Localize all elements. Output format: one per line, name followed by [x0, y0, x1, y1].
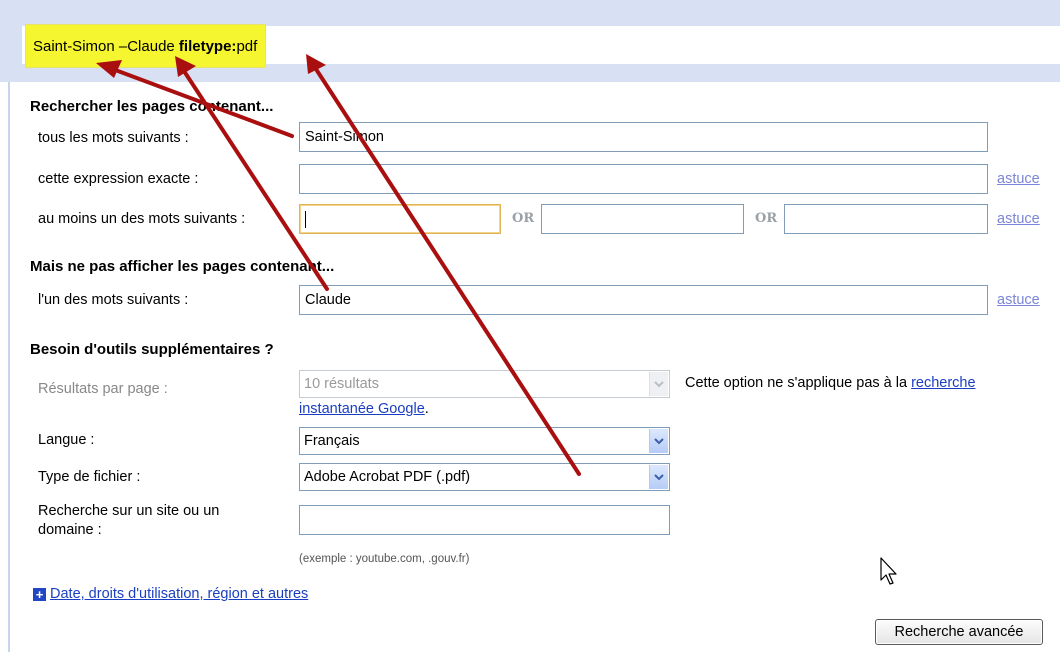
results-per-page-value: 10 résultats: [304, 376, 379, 392]
section-heading-exclude: Mais ne pas afficher les pages contenant…: [30, 258, 335, 275]
none-words-input[interactable]: Claude: [299, 285, 988, 315]
or-label-1: OR: [512, 211, 535, 226]
all-words-label: tous les mots suivants :: [38, 130, 189, 146]
advanced-search-button[interactable]: Recherche avancée: [875, 619, 1043, 645]
language-value: Français: [304, 433, 360, 449]
language-select[interactable]: Français: [299, 427, 670, 455]
instant-search-link[interactable]: recherche: [911, 375, 975, 391]
results-per-page-label: Résultats par page :: [38, 381, 168, 397]
none-words-value: Claude: [305, 292, 351, 308]
left-rule: [8, 82, 10, 652]
instant-search-link-2[interactable]: instantanée Google: [299, 401, 425, 417]
mouse-cursor-icon: [880, 557, 897, 585]
chevron-down-icon[interactable]: [649, 429, 668, 453]
exact-phrase-label: cette expression exacte :: [38, 171, 199, 187]
site-hint: (exemple : youtube.com, .gouv.fr): [299, 553, 470, 565]
more-options-link[interactable]: Date, droits d'utilisation, région et au…: [50, 586, 308, 602]
or-label-2: OR: [755, 211, 778, 226]
results-note-continued: instantanée Google.: [299, 401, 429, 417]
filetype-value: Adobe Acrobat PDF (.pdf): [304, 469, 471, 485]
plus-icon[interactable]: +: [33, 587, 46, 601]
filetype-select[interactable]: Adobe Acrobat PDF (.pdf): [299, 463, 670, 491]
chevron-down-icon: [649, 372, 668, 396]
query-part-2: –Claude: [114, 37, 179, 55]
tip-link-exact[interactable]: astuce: [997, 171, 1040, 187]
query-operator: filetype:: [178, 37, 237, 55]
results-per-page-select: 10 résultats: [299, 370, 670, 398]
exact-phrase-input[interactable]: [299, 164, 988, 194]
results-note: Cette option ne s'applique pas à la rech…: [685, 375, 976, 391]
section-heading-tools: Besoin d'outils supplémentaires ?: [30, 341, 274, 358]
more-options[interactable]: + Date, droits d'utilisation, région et …: [33, 586, 308, 602]
query-highlight: Saint-Simon –Claude filetype: pdf: [25, 24, 267, 68]
query-operator-value: pdf: [236, 37, 258, 55]
results-note-text: Cette option ne s'applique pas à la: [685, 375, 912, 391]
text-caret: [305, 210, 306, 228]
tip-link-none[interactable]: astuce: [997, 292, 1040, 308]
all-words-value: Saint-Simon: [305, 129, 384, 145]
site-label: Recherche sur un site ou un domaine :: [38, 503, 220, 538]
chevron-down-icon[interactable]: [649, 465, 668, 489]
query-part-1: Saint-Simon: [33, 37, 115, 55]
tip-link-any[interactable]: astuce: [997, 211, 1040, 227]
filetype-label: Type de fichier :: [38, 469, 141, 485]
any-word-input-3[interactable]: [784, 204, 988, 234]
section-heading-include: Rechercher les pages contenant...: [30, 98, 274, 115]
any-word-input-2[interactable]: [541, 204, 744, 234]
site-input[interactable]: [299, 505, 670, 535]
results-note-end: .: [424, 401, 429, 417]
language-label: Langue :: [38, 432, 95, 448]
any-words-label: au moins un des mots suivants :: [38, 211, 246, 227]
none-words-label: l'un des mots suivants :: [38, 292, 189, 308]
all-words-input[interactable]: Saint-Simon: [299, 122, 988, 152]
any-word-input-1[interactable]: [299, 204, 501, 234]
